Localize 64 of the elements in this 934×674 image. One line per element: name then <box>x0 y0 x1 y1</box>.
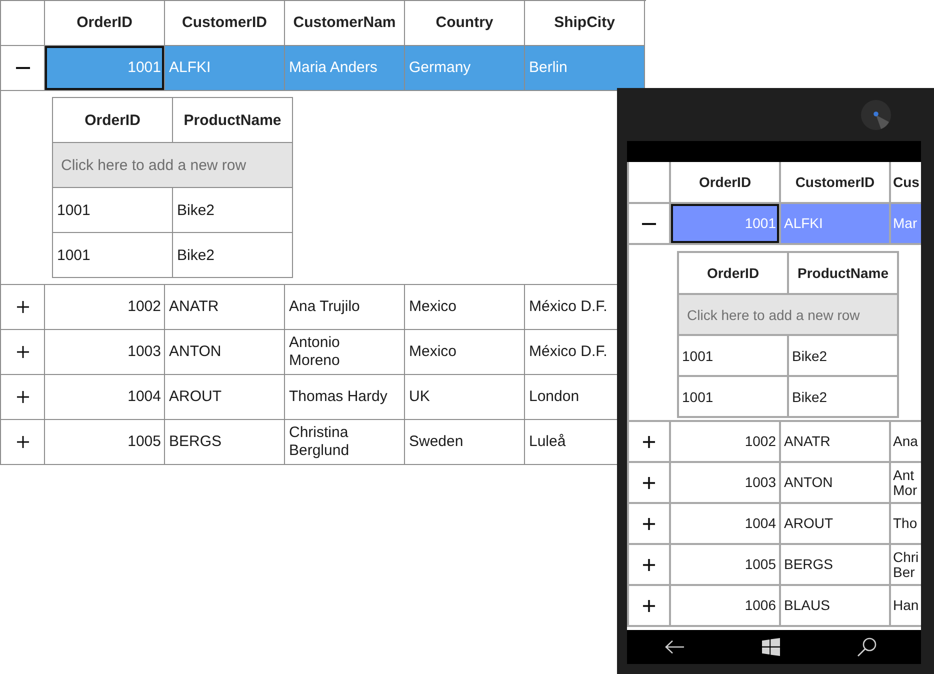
table-cell: Antonio Moreno <box>285 330 405 375</box>
table-cell: Mar <box>891 204 921 245</box>
table-cell: 1003 <box>671 463 781 504</box>
table-cell: ALFKI <box>165 46 285 91</box>
table-cell: Bike2 <box>173 188 293 233</box>
plus-icon[interactable] <box>643 558 655 570</box>
table-cell: Berlin <box>525 46 645 91</box>
table-cell: Thomas Hardy <box>285 375 405 420</box>
table-cell: 1001 <box>53 188 173 233</box>
table-cell: Ana Trujilo <box>285 285 405 330</box>
plus-icon[interactable] <box>16 391 28 403</box>
table-cell: Ant Mor <box>891 463 921 504</box>
table-cell: Mexico <box>405 285 525 330</box>
table-cell: ALFKI <box>781 204 891 245</box>
table-cell: BLAUS <box>781 586 891 627</box>
plus-icon[interactable] <box>16 301 28 313</box>
table-cell: Chri Ber <box>891 545 921 586</box>
table-cell: UK <box>405 375 525 420</box>
table-cell: Maria Anders <box>285 46 405 91</box>
table-cell: 1003 <box>45 330 165 375</box>
table-cell: 1004 <box>671 504 781 545</box>
table-cell: 1006 <box>671 586 781 627</box>
plus-icon[interactable] <box>643 600 655 612</box>
table-cell: Tho <box>891 504 921 545</box>
table-cell: 1001 <box>671 204 781 245</box>
add-row-prompt[interactable]: Click here to add a new row <box>679 295 899 336</box>
table-cell: Mexico <box>405 330 525 375</box>
search-icon[interactable] <box>856 637 877 657</box>
table-cell: 1002 <box>45 285 165 330</box>
table-cell: 1004 <box>45 375 165 420</box>
plus-icon[interactable] <box>16 436 28 448</box>
table-cell: 1001 <box>45 46 165 91</box>
window-panes-icon[interactable] <box>762 638 780 656</box>
table-cell: 1002 <box>671 422 781 463</box>
table-cell: AROUT <box>165 375 285 420</box>
minus-icon[interactable] <box>642 222 656 224</box>
plus-icon[interactable] <box>643 476 655 488</box>
table-cell: 1001 <box>53 233 173 278</box>
table-cell: ANTON <box>165 330 285 375</box>
table-cell: Bike2 <box>789 377 899 418</box>
table-cell: ANATR <box>165 285 285 330</box>
plus-icon[interactable] <box>643 436 655 448</box>
table-cell: ANATR <box>781 422 891 463</box>
minus-icon[interactable] <box>16 67 30 69</box>
plus-icon[interactable] <box>16 346 28 358</box>
table-cell: Ana <box>891 422 921 463</box>
table-cell: Bike2 <box>789 336 899 377</box>
table-cell: BERGS <box>165 420 285 465</box>
table-cell: Germany <box>405 46 525 91</box>
table-cell: Sweden <box>405 420 525 465</box>
table-cell: BERGS <box>781 545 891 586</box>
table-cell: Bike2 <box>173 233 293 278</box>
table-cell: 1001 <box>679 377 789 418</box>
table-cell: Han <box>891 586 921 627</box>
table-cell: ANTON <box>781 463 891 504</box>
table-cell: Christina Berglund <box>285 420 405 465</box>
table-cell: 1001 <box>679 336 789 377</box>
plus-icon[interactable] <box>643 518 655 530</box>
table-cell: 1005 <box>45 420 165 465</box>
table-cell: AROUT <box>781 504 891 545</box>
back-icon[interactable] <box>665 640 686 654</box>
table-cell: 1005 <box>671 545 781 586</box>
add-row-prompt[interactable]: Click here to add a new row <box>53 143 293 188</box>
camera-icon <box>861 100 891 130</box>
